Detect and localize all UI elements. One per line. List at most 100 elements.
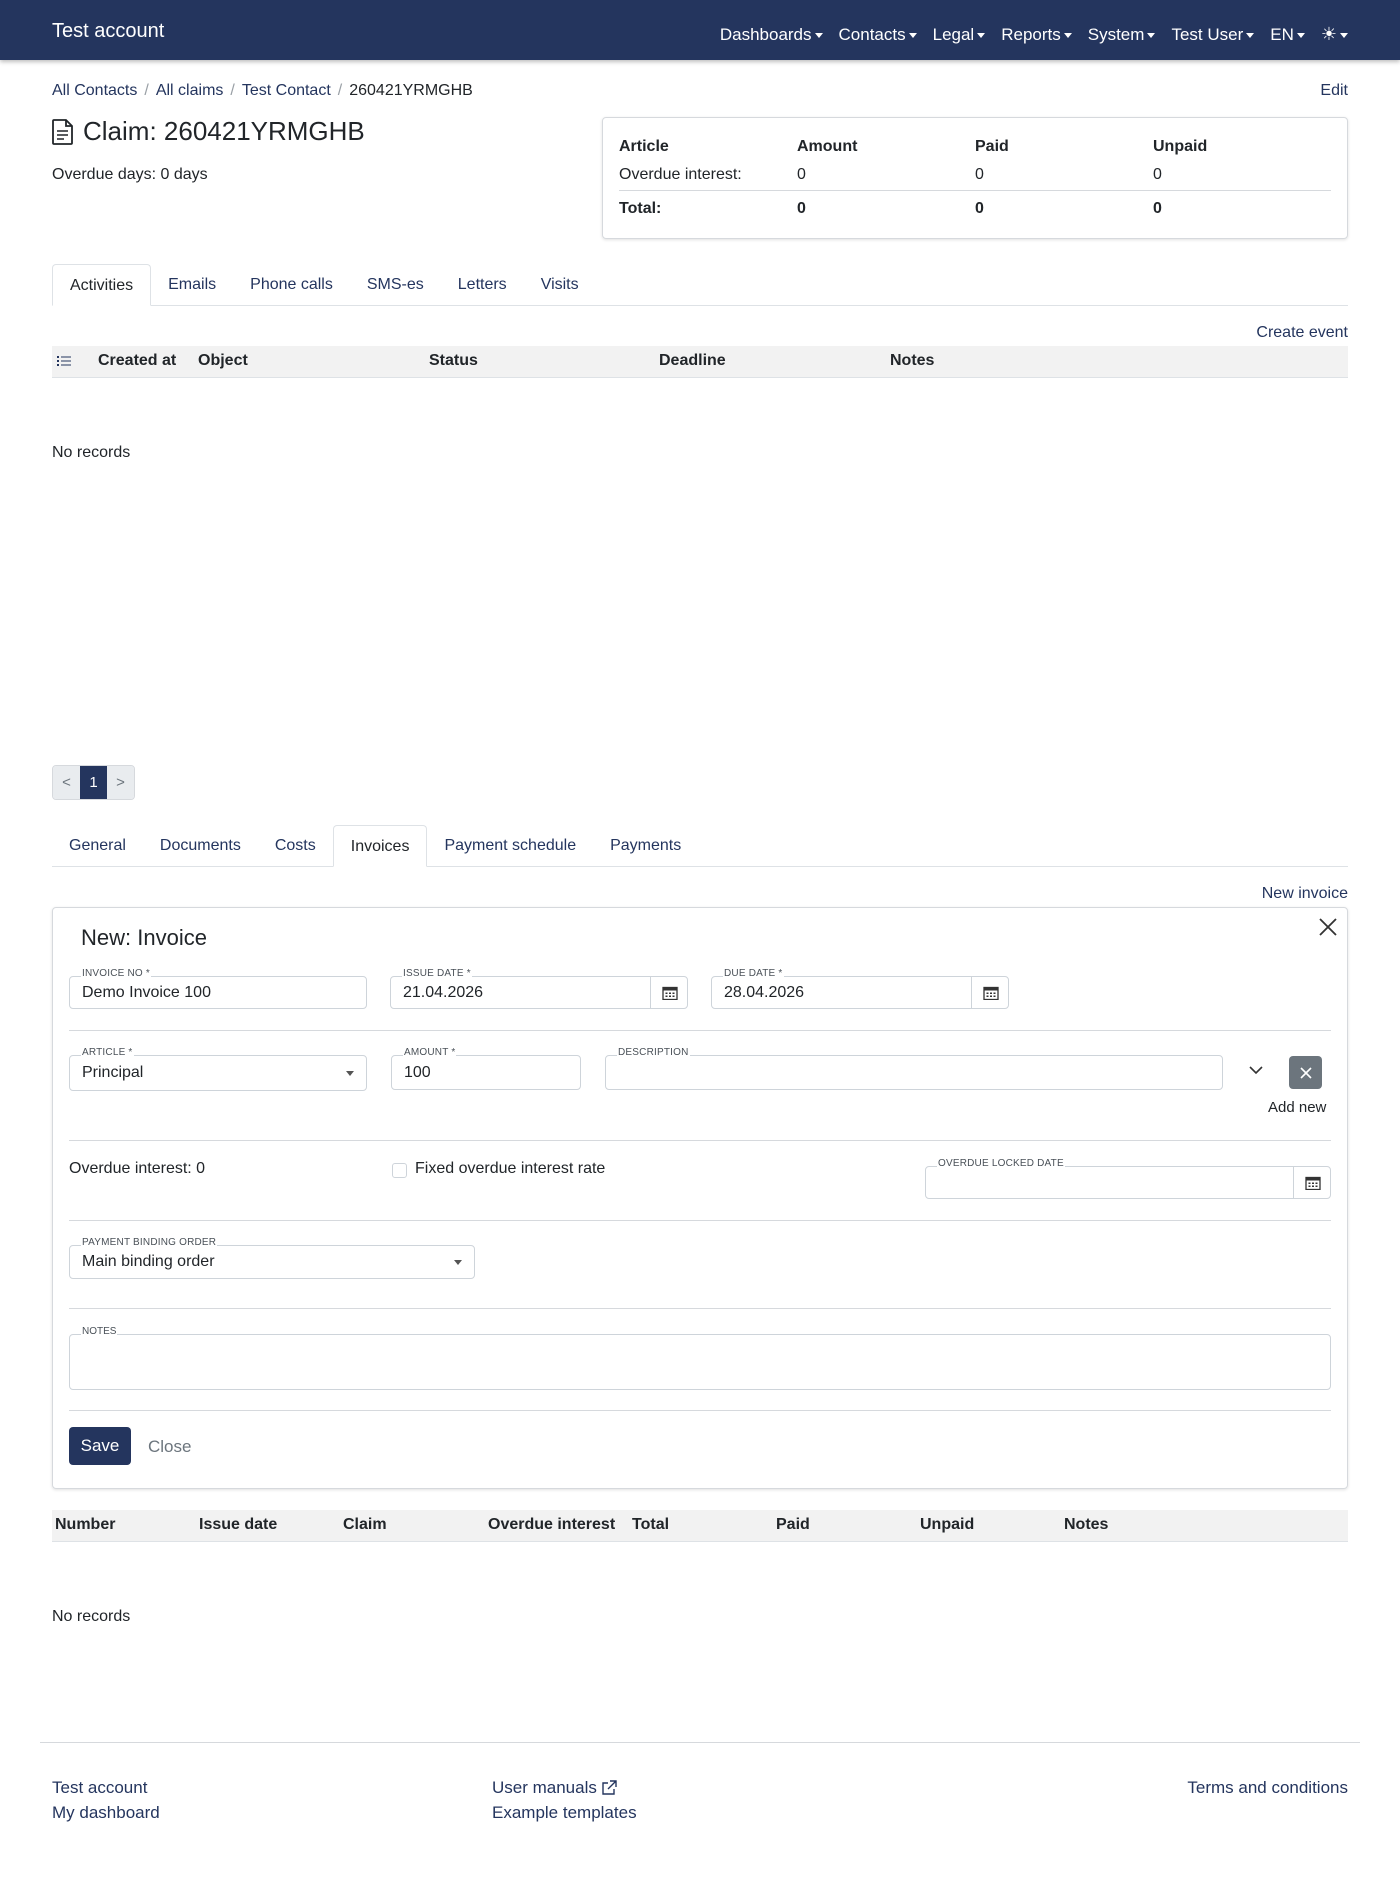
payment-binding-order-value: Main binding order: [82, 1253, 215, 1270]
summary-card: Article Amount Paid Unpaid Overdue inter…: [602, 117, 1348, 239]
footer-example-templates-link[interactable]: Example templates: [492, 1803, 637, 1822]
nav-label: Test User: [1171, 24, 1244, 44]
tab-activities[interactable]: Activities: [52, 264, 152, 306]
calendar-icon[interactable]: [971, 976, 1009, 1009]
breadcrumb-test-contact[interactable]: Test Contact: [242, 82, 331, 100]
nav-language-dropdown[interactable]: EN: [1270, 24, 1305, 45]
pagination-next[interactable]: >: [107, 766, 134, 799]
tab-phone-calls[interactable]: Phone calls: [233, 264, 350, 306]
nav-label: Reports: [1001, 24, 1061, 44]
tab-letters[interactable]: Letters: [441, 264, 524, 306]
column-header[interactable]: Deadline: [659, 352, 726, 370]
pagination-page[interactable]: 1: [80, 766, 107, 799]
column-header[interactable]: Status: [429, 352, 478, 370]
divider: [69, 1410, 1331, 1411]
tab-general[interactable]: General: [52, 825, 143, 867]
overdue-locked-date-input[interactable]: [925, 1166, 1331, 1199]
nav-contacts-dropdown[interactable]: Contacts: [839, 24, 917, 45]
calendar-icon[interactable]: [650, 976, 688, 1009]
tab-emails[interactable]: Emails: [151, 264, 233, 306]
nav-reports-dropdown[interactable]: Reports: [1001, 24, 1072, 45]
caret-down-icon: [1063, 33, 1072, 38]
fixed-rate-label[interactable]: Fixed overdue interest rate: [415, 1160, 605, 1178]
column-header[interactable]: Number: [55, 1516, 115, 1534]
tab-invoices[interactable]: Invoices: [332, 825, 428, 867]
chevron-down-icon[interactable]: [1248, 1065, 1264, 1075]
footer-terms-link[interactable]: Terms and conditions: [1187, 1778, 1348, 1797]
nav-theme-dropdown[interactable]: ☀: [1321, 24, 1348, 45]
brand-title[interactable]: Test account: [52, 20, 164, 43]
column-header[interactable]: Overdue interest: [488, 1516, 615, 1534]
footer-user-manuals-link[interactable]: User manuals: [492, 1775, 597, 1800]
fixed-rate-checkbox[interactable]: [392, 1163, 407, 1178]
tab-costs[interactable]: Costs: [258, 825, 333, 867]
footer-divider: [40, 1742, 1360, 1743]
nav-dashboards-dropdown[interactable]: Dashboards: [720, 24, 823, 45]
close-button[interactable]: Close: [148, 1437, 191, 1457]
column-header[interactable]: Notes: [890, 352, 934, 370]
description-input[interactable]: [605, 1055, 1223, 1090]
footer-my-dashboard-link[interactable]: My dashboard: [52, 1803, 160, 1822]
list-icon[interactable]: [57, 354, 71, 372]
save-button[interactable]: Save: [69, 1427, 131, 1465]
issue-date-input[interactable]: 21.04.2026: [390, 976, 688, 1009]
invoice-no-input[interactable]: Demo Invoice 100: [69, 976, 367, 1009]
activities-table-header: Created at Object Status Deadline Notes: [52, 346, 1348, 378]
create-event-link[interactable]: Create event: [1256, 324, 1348, 342]
caret-down-icon: [1246, 33, 1255, 38]
breadcrumb-all-contacts[interactable]: All Contacts: [52, 82, 137, 100]
summary-cell: 0: [797, 190, 975, 224]
detail-tabs: General Documents Costs Invoices Payment…: [52, 825, 1348, 867]
issue-date-field: 21.04.2026 ISSUE DATE *: [390, 968, 688, 1009]
nav-user-dropdown[interactable]: Test User: [1171, 24, 1255, 45]
column-header[interactable]: Created at: [98, 352, 176, 370]
pagination-prev[interactable]: <: [53, 766, 80, 799]
calendar-icon[interactable]: [1293, 1166, 1331, 1199]
summary-header: Article: [619, 138, 669, 155]
divider: [69, 1308, 1331, 1309]
nav-label: Dashboards: [719, 24, 812, 44]
column-header[interactable]: Notes: [1064, 1516, 1108, 1534]
breadcrumb-current: 260421YRMGHB: [349, 82, 473, 99]
caret-down-icon: [454, 1259, 462, 1265]
tab-payment-schedule[interactable]: Payment schedule: [427, 825, 593, 867]
nav-legal-dropdown[interactable]: Legal: [933, 24, 986, 45]
page-title: Claim: 260421YRMGHB: [52, 116, 365, 147]
caret-down-icon: [1340, 33, 1348, 38]
column-header[interactable]: Unpaid: [920, 1516, 974, 1534]
amount-input[interactable]: 100: [391, 1055, 581, 1090]
column-header[interactable]: Claim: [343, 1516, 387, 1534]
add-new-link[interactable]: Add new: [1268, 1099, 1326, 1116]
tab-sms[interactable]: SMS-es: [350, 264, 441, 306]
column-header[interactable]: Issue date: [199, 1516, 277, 1534]
summary-total-row: Total: 0 0 0: [619, 190, 1331, 224]
summary-cell: 0: [975, 190, 1153, 224]
tab-payments[interactable]: Payments: [593, 825, 698, 867]
edit-link[interactable]: Edit: [1320, 82, 1348, 100]
footer-test-account-link[interactable]: Test account: [52, 1778, 147, 1797]
pagination: < 1 >: [52, 765, 135, 800]
invoices-empty: No records: [52, 1608, 131, 1625]
new-invoice-link[interactable]: New invoice: [1262, 885, 1348, 903]
tab-documents[interactable]: Documents: [143, 825, 258, 867]
breadcrumb-all-claims[interactable]: All claims: [156, 82, 224, 100]
column-header[interactable]: Total: [632, 1516, 669, 1534]
invoice-no-label: INVOICE NO *: [81, 968, 151, 979]
summary-row: Overdue interest: 0 0 0: [619, 160, 1331, 191]
close-icon[interactable]: [1317, 916, 1339, 938]
overdue-days: Overdue days: 0 days: [52, 166, 208, 183]
column-header[interactable]: Paid: [776, 1516, 810, 1534]
column-header[interactable]: Object: [198, 352, 248, 370]
payment-binding-order-select[interactable]: Main binding order: [69, 1245, 475, 1279]
remove-row-button[interactable]: [1289, 1056, 1322, 1089]
caret-down-icon: [1147, 33, 1156, 38]
notes-textarea[interactable]: [69, 1334, 1331, 1390]
article-select[interactable]: Principal: [69, 1055, 367, 1091]
document-icon: [52, 118, 73, 145]
activities-empty: No records: [52, 444, 131, 461]
description-field: DESCRIPTION: [605, 1047, 1223, 1090]
invoices-table-header: Number Issue date Claim Overdue interest…: [52, 1510, 1348, 1542]
nav-system-dropdown[interactable]: System: [1088, 24, 1156, 45]
tab-visits[interactable]: Visits: [524, 264, 596, 306]
due-date-input[interactable]: 28.04.2026: [711, 976, 1009, 1009]
